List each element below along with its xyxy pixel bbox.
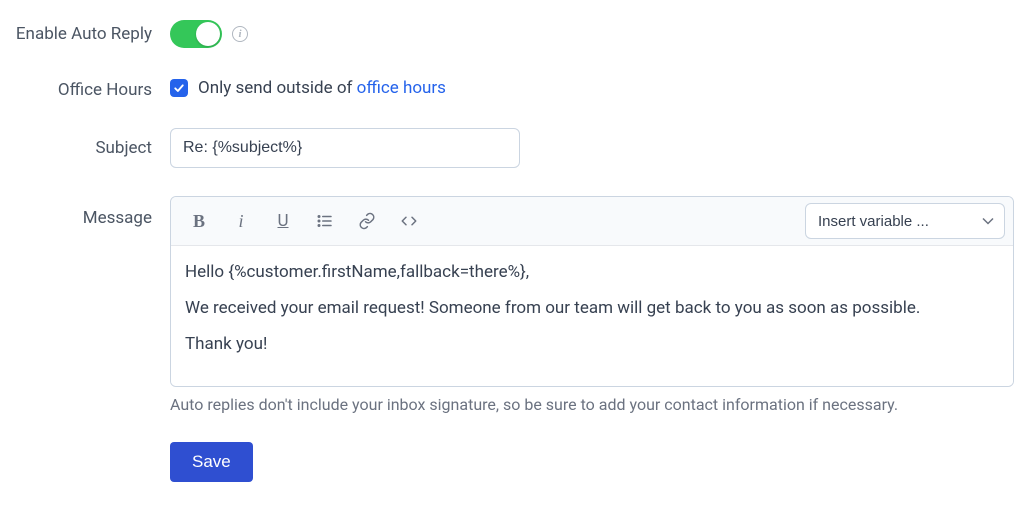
label-office-hours: Office Hours xyxy=(10,76,170,100)
row-subject: Subject xyxy=(10,128,1014,168)
editor-line-1: Hello {%customer.firstName,fallback=ther… xyxy=(185,262,999,282)
bold-icon: B xyxy=(193,211,205,232)
link-button[interactable] xyxy=(347,203,387,239)
code-icon xyxy=(400,212,418,230)
office-hours-text: Only send outside of office hours xyxy=(198,78,446,98)
editor-line-2: We received your email request! Someone … xyxy=(185,298,999,318)
italic-icon: i xyxy=(238,211,243,232)
underline-button[interactable]: U xyxy=(263,203,303,239)
row-office-hours: Office Hours Only send outside of office… xyxy=(10,76,1014,100)
list-icon xyxy=(316,212,334,230)
editor-line-3: Thank you! xyxy=(185,334,999,354)
bold-button[interactable]: B xyxy=(179,203,219,239)
office-hours-link[interactable]: office hours xyxy=(357,78,446,98)
italic-button[interactable]: i xyxy=(221,203,261,239)
row-save: Save xyxy=(10,442,1014,482)
toggle-knob xyxy=(196,22,220,46)
list-button[interactable] xyxy=(305,203,345,239)
link-icon xyxy=(358,212,376,230)
info-icon[interactable]: i xyxy=(232,26,248,42)
auto-reply-form: Enable Auto Reply i Office Hours Only se… xyxy=(10,20,1014,482)
editor-textarea[interactable]: Hello {%customer.firstName,fallback=ther… xyxy=(171,246,1013,386)
check-icon xyxy=(173,82,185,94)
office-hours-prefix: Only send outside of xyxy=(198,78,357,98)
row-enable-auto-reply: Enable Auto Reply i xyxy=(10,20,1014,48)
label-subject: Subject xyxy=(10,128,170,158)
auto-reply-toggle[interactable] xyxy=(170,20,222,48)
underline-icon: U xyxy=(277,211,288,231)
message-hint: Auto replies don't include your inbox si… xyxy=(170,395,1014,414)
save-button[interactable]: Save xyxy=(170,442,253,482)
label-message: Message xyxy=(10,196,170,228)
office-hours-checkbox[interactable] xyxy=(170,79,188,97)
row-message: Message B i U xyxy=(10,196,1014,414)
subject-input[interactable] xyxy=(170,128,520,168)
label-enable-auto-reply: Enable Auto Reply xyxy=(10,20,170,44)
message-editor: B i U Insert variab xyxy=(170,196,1014,387)
code-button[interactable] xyxy=(389,203,429,239)
insert-variable-select[interactable]: Insert variable ... xyxy=(805,203,1005,239)
editor-toolbar: B i U Insert variab xyxy=(171,197,1013,246)
